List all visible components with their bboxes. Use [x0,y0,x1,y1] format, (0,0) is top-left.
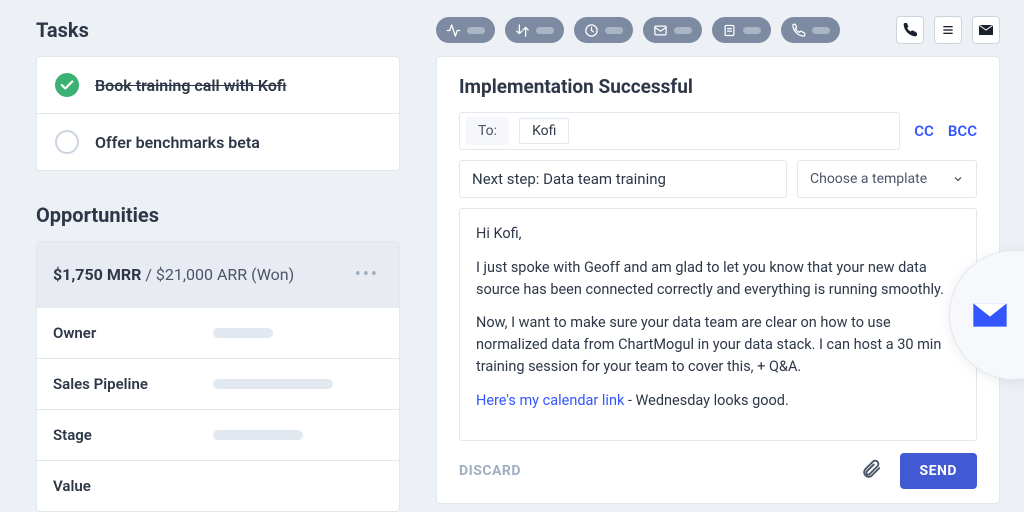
subject-input[interactable]: Next step: Data team training [459,160,787,198]
task-row-1[interactable]: Offer benchmarks beta [37,114,399,170]
opp-row-pipeline: Sales Pipeline [37,358,399,409]
opp-field-label: Owner [53,324,213,342]
task-label: Book training call with Kofi [95,76,286,95]
to-label: To: [466,117,509,145]
opp-field-label: Sales Pipeline [53,375,213,393]
tasks-heading: Tasks [36,18,400,42]
body-p3-tail: - Wednesday looks good. [624,392,788,409]
opp-row-stage: Stage [37,409,399,460]
pill-sort[interactable] [505,17,564,43]
body-greeting: Hi Kofi, [476,223,960,245]
opp-row-owner: Owner [37,307,399,358]
send-button[interactable]: SEND [900,453,977,489]
pill-activity[interactable] [436,17,495,43]
bcc-button[interactable]: BCC [948,122,977,140]
placeholder-value [213,379,333,389]
opportunity-header[interactable]: $1,750 MRR / $21,000 ARR (Won) ••• [37,242,399,307]
body-p1: I just spoke with Geoff and am glad to l… [476,257,960,301]
opportunities-card: $1,750 MRR / $21,000 ARR (Won) ••• Owner… [36,241,400,512]
attachment-icon[interactable] [860,458,882,484]
opp-field-label: Stage [53,426,213,444]
email-title: Implementation Successful [459,75,977,98]
task-row-0[interactable]: Book training call with Kofi [37,57,399,114]
task-label: Offer benchmarks beta [95,133,260,152]
mail-button[interactable] [972,16,1000,44]
opp-row-value: Value [37,460,399,511]
pill-note[interactable] [712,17,771,43]
cc-button[interactable]: CC [914,122,934,140]
pill-call[interactable] [781,17,840,43]
more-icon[interactable]: ••• [351,260,383,289]
opp-field-label: Value [53,477,213,495]
opportunity-mrr: $1,750 MRR [53,265,141,284]
list-button[interactable] [934,16,962,44]
discard-button[interactable]: DISCARD [459,463,521,479]
email-composer: Implementation Successful To: Kofi CC BC… [436,56,1000,504]
subject-text: Next step: Data team training [472,170,666,188]
tasks-card: Book training call with Kofi Offer bench… [36,56,400,171]
template-select[interactable]: Choose a template [797,160,977,198]
check-icon[interactable] [55,130,79,154]
phone-button[interactable] [896,16,924,44]
to-field[interactable]: To: Kofi [459,112,900,150]
email-body[interactable]: Hi Kofi, I just spoke with Geoff and am … [459,208,977,441]
check-icon[interactable] [55,73,79,97]
pill-email[interactable] [643,17,702,43]
body-p2: Now, I want to make sure your data team … [476,312,960,377]
template-placeholder: Choose a template [810,171,927,187]
pill-history[interactable] [574,17,633,43]
placeholder-value [213,430,303,440]
body-p3: Here's my calendar link - Wednesday look… [476,390,960,412]
opportunity-arr: / $21,000 ARR (Won) [145,265,294,284]
recipient-chip[interactable]: Kofi [519,118,569,144]
placeholder-value [213,328,273,338]
activity-toolbar [436,16,1000,44]
calendar-link[interactable]: Here's my calendar link [476,392,624,409]
opportunities-heading: Opportunities [36,203,400,227]
